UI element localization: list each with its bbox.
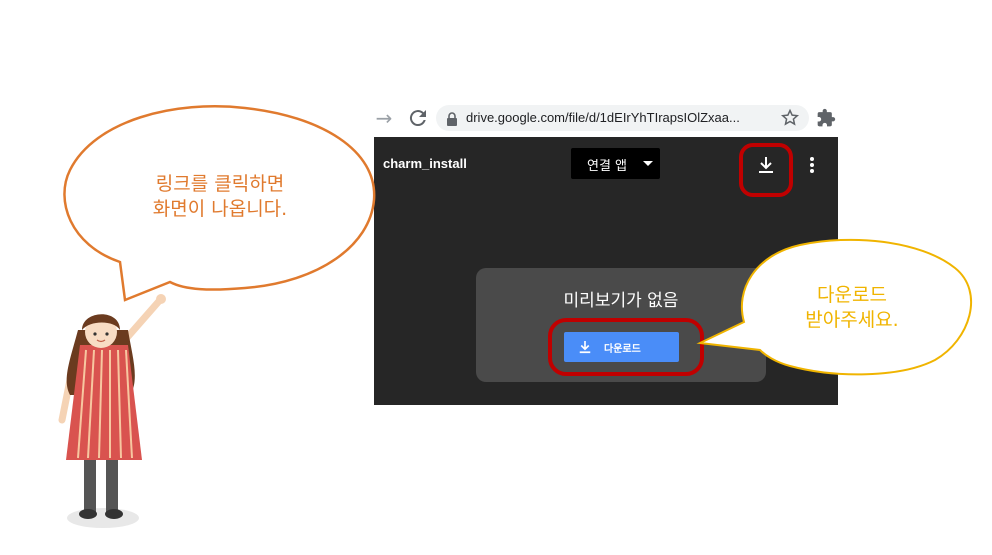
left-bubble-text: 링크를 클릭하면 화면이 나옵니다. bbox=[120, 172, 320, 222]
right-bubble-line1: 다운로드 bbox=[817, 284, 887, 306]
girl-illustration bbox=[58, 294, 166, 528]
right-bubble-text: 다운로드 받아주세요. bbox=[772, 283, 932, 333]
annotation-graphics bbox=[58, 105, 972, 528]
left-bubble-line1: 링크를 클릭하면 bbox=[155, 173, 285, 195]
right-bubble-line2: 받아주세요. bbox=[805, 309, 899, 331]
left-bubble-line2: 화면이 나옵니다. bbox=[152, 198, 288, 220]
